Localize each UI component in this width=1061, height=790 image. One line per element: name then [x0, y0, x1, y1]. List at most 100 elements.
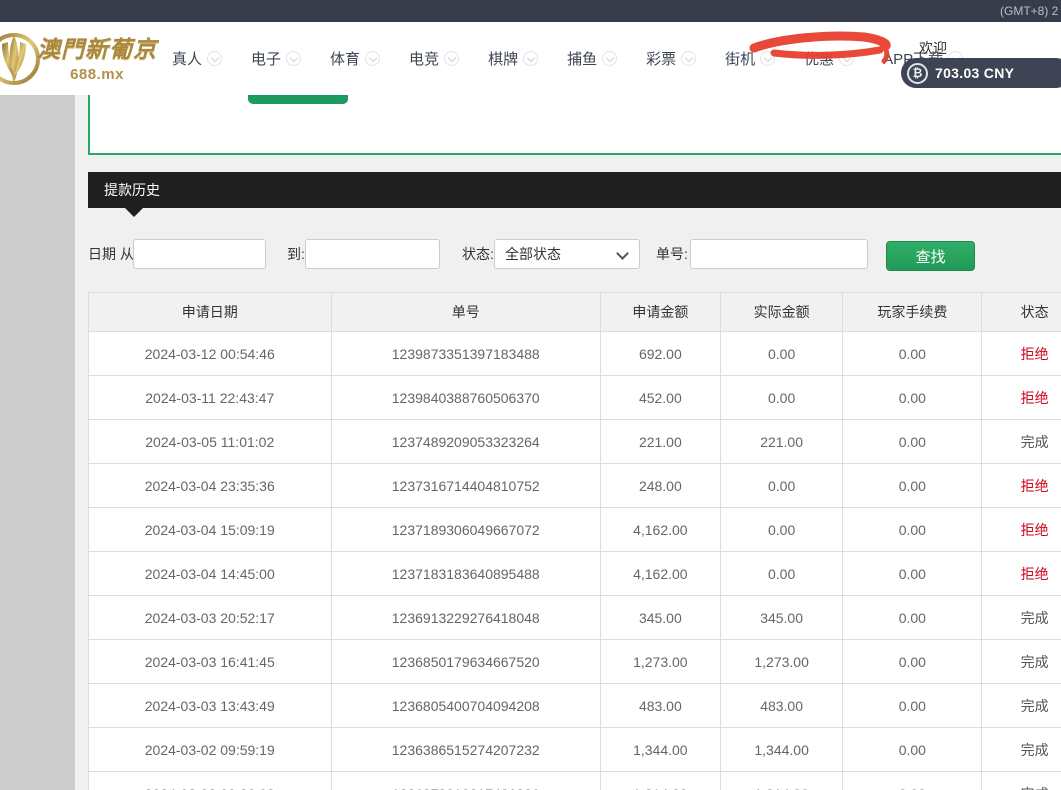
cell-player-fee: 0.00: [842, 728, 981, 771]
left-gutter: [0, 95, 75, 790]
date-to-input[interactable]: [305, 239, 440, 269]
chevron-down-circle-icon: [207, 51, 222, 66]
search-button[interactable]: 查找: [886, 241, 975, 271]
chevron-down-circle-icon: [286, 51, 301, 66]
nav-item[interactable]: 电竞: [409, 48, 459, 69]
cell-date: 2024-03-04 23:35:36: [89, 464, 331, 507]
nav-item-label: 彩票: [646, 48, 676, 69]
cell-actual-amount: 0.00: [720, 508, 843, 551]
nav-item[interactable]: 电子: [251, 48, 301, 69]
cell-order-no: 1236850179634667520: [331, 640, 600, 683]
page: (GMT+8) 2 澳門新葡京 688.mx: [0, 0, 1061, 790]
cell-player-fee: 0.00: [842, 596, 981, 639]
cell-amount: 345.00: [600, 596, 720, 639]
nav-item-label: 电子: [251, 48, 281, 69]
site-header: 澳門新葡京 688.mx 真人电子体育电竞棋牌捕鱼彩票街机优惠APP下载 欢迎 …: [0, 22, 1061, 95]
column-header: 申请日期: [89, 293, 331, 331]
top-utility-bar: (GMT+8) 2: [0, 0, 1061, 22]
cell-date: 2024-03-03 20:52:17: [89, 596, 331, 639]
cell-order-no: 1237189306049667072: [331, 508, 600, 551]
chevron-down-circle-icon: [523, 51, 538, 66]
cell-amount: 1,273.00: [600, 640, 720, 683]
table-row: 2024-03-04 23:35:36123731671440481075224…: [89, 463, 1061, 507]
cell-status: 完成: [981, 420, 1061, 463]
cell-status: 拒绝: [981, 332, 1061, 375]
cell-status: 拒绝: [981, 464, 1061, 507]
cell-date: 2024-03-05 11:01:02: [89, 420, 331, 463]
cell-order-no: 1237183183640895488: [331, 552, 600, 595]
cell-status: 完成: [981, 596, 1061, 639]
cell-amount: 692.00: [600, 332, 720, 375]
cell-order-no: 1236386515274207232: [331, 728, 600, 771]
cell-order-no: 1236378919817486336: [331, 772, 600, 790]
cell-actual-amount: 1,273.00: [720, 640, 843, 683]
submit-button-cropped[interactable]: [248, 95, 348, 104]
cell-order-no: 1236805400704094208: [331, 684, 600, 727]
chevron-down-circle-icon: [444, 51, 459, 66]
history-panel-header: 提款历史: [88, 172, 1061, 208]
chevron-down-circle-icon: [602, 51, 617, 66]
cell-amount: 248.00: [600, 464, 720, 507]
date-from-label: 日期 从:: [88, 239, 138, 269]
column-header: 申请金额: [600, 293, 720, 331]
cell-order-no: 1239873351397183488: [331, 332, 600, 375]
cell-player-fee: 0.00: [842, 464, 981, 507]
cell-date: 2024-03-11 22:43:47: [89, 376, 331, 419]
cell-player-fee: 0.00: [842, 508, 981, 551]
cell-amount: 483.00: [600, 684, 720, 727]
logo-title: 澳門新葡京: [32, 30, 162, 64]
timezone-label: (GMT+8) 2: [1000, 4, 1058, 18]
cell-player-fee: 0.00: [842, 332, 981, 375]
cell-status: 拒绝: [981, 508, 1061, 551]
cell-actual-amount: 345.00: [720, 596, 843, 639]
cell-amount: 4,162.00: [600, 508, 720, 551]
cell-player-fee: 0.00: [842, 376, 981, 419]
cell-status: 完成: [981, 728, 1061, 771]
nav-item-label: 电竞: [409, 48, 439, 69]
cell-status: 完成: [981, 772, 1061, 790]
cell-amount: 4,162.00: [600, 552, 720, 595]
cell-order-no: 1237489209053323264: [331, 420, 600, 463]
chevron-down-circle-icon: [681, 51, 696, 66]
cell-player-fee: 0.00: [842, 772, 981, 790]
nav-item-label: 体育: [330, 48, 360, 69]
table-row: 2024-03-05 11:01:02123748920905332326422…: [89, 419, 1061, 463]
cell-amount: 1,214.00: [600, 772, 720, 790]
balance-pill[interactable]: ₿ 703.03 CNY: [901, 58, 1061, 88]
table-row: 2024-03-04 14:45:0012371831836408954884,…: [89, 551, 1061, 595]
table-row: 2024-03-12 00:54:46123987335139718348869…: [89, 331, 1061, 375]
cell-actual-amount: 0.00: [720, 376, 843, 419]
order-no-input[interactable]: [690, 239, 868, 269]
cell-actual-amount: 0.00: [720, 552, 843, 595]
nav-item[interactable]: 彩票: [646, 48, 696, 69]
nav-item-label: 捕鱼: [567, 48, 597, 69]
cell-actual-amount: 0.00: [720, 332, 843, 375]
nav-item[interactable]: 体育: [330, 48, 380, 69]
table-row: 2024-03-03 16:41:4512368501796346675201,…: [89, 639, 1061, 683]
cell-status: 拒绝: [981, 376, 1061, 419]
status-select[interactable]: 全部状态: [494, 239, 640, 269]
date-from-input[interactable]: [133, 239, 266, 269]
table-row: 2024-03-03 20:52:17123691322927641804834…: [89, 595, 1061, 639]
cell-date: 2024-03-04 15:09:19: [89, 508, 331, 551]
status-label: 状态:: [462, 239, 494, 269]
nav-item[interactable]: 捕鱼: [567, 48, 617, 69]
nav-item[interactable]: 棋牌: [488, 48, 538, 69]
history-panel-title: 提款历史: [88, 172, 1061, 208]
table-row: 2024-03-11 22:43:47123984038876050637045…: [89, 375, 1061, 419]
redaction-scribble: [746, 28, 906, 73]
chevron-down-circle-icon: [365, 51, 380, 66]
cell-status: 完成: [981, 684, 1061, 727]
cell-amount: 221.00: [600, 420, 720, 463]
cell-actual-amount: 1,214.00: [720, 772, 843, 790]
cell-date: 2024-03-03 13:43:49: [89, 684, 331, 727]
cell-actual-amount: 1,344.00: [720, 728, 843, 771]
cell-player-fee: 0.00: [842, 552, 981, 595]
table-row: 2024-03-02 09:29:0812363789198174863361,…: [89, 771, 1061, 790]
cell-date: 2024-03-04 14:45:00: [89, 552, 331, 595]
cell-actual-amount: 483.00: [720, 684, 843, 727]
cell-date: 2024-03-12 00:54:46: [89, 332, 331, 375]
cell-order-no: 1237316714404810752: [331, 464, 600, 507]
nav-item[interactable]: 真人: [172, 48, 222, 69]
form-panel-cropped: [88, 95, 1061, 155]
